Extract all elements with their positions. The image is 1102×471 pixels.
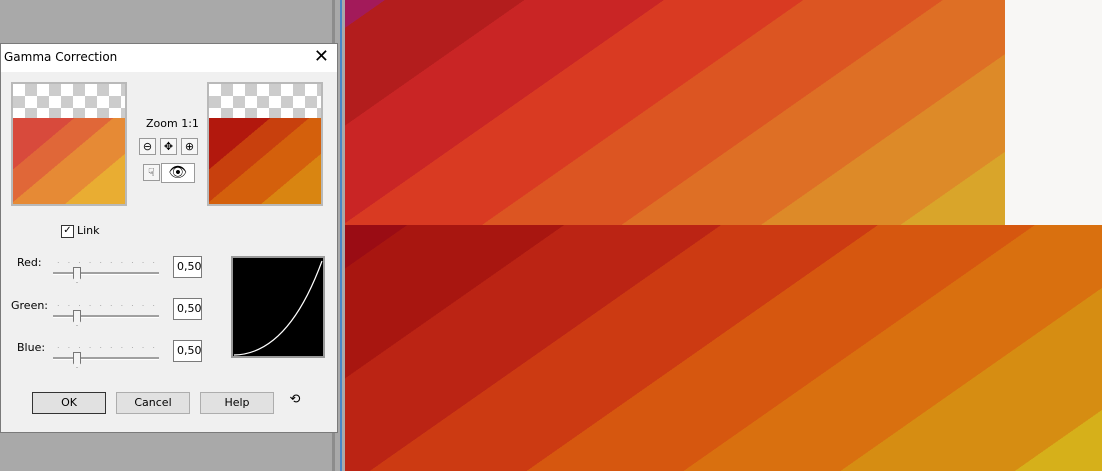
red-label: Red: <box>17 256 42 269</box>
ok-button[interactable]: OK <box>32 392 106 414</box>
hand-icon[interactable]: ☟ <box>143 164 160 181</box>
eye-icon[interactable]: 👁 <box>161 163 195 183</box>
dialog-title: Gamma Correction <box>4 50 118 64</box>
zoom-label: Zoom 1:1 <box>146 117 199 130</box>
blank-area <box>1005 0 1102 225</box>
cancel-button[interactable]: Cancel <box>116 392 190 414</box>
link-label: Link <box>77 224 100 237</box>
red-slider[interactable] <box>53 272 159 275</box>
blue-value-field[interactable]: 0,50 <box>173 340 202 362</box>
zoom-in-icon[interactable]: ⊕ <box>181 138 198 155</box>
transparency-checker <box>13 84 125 118</box>
gamma-curve-graph <box>231 256 325 358</box>
transparency-checker <box>209 84 321 118</box>
reset-icon[interactable]: ⟲ <box>285 392 305 414</box>
red-slider-thumb[interactable] <box>73 267 81 283</box>
blue-label: Blue: <box>17 341 46 354</box>
red-value-field[interactable]: 0,50 <box>173 256 202 278</box>
green-slider-thumb[interactable] <box>73 310 81 326</box>
close-icon[interactable]: ✕ <box>314 46 329 68</box>
link-checkbox[interactable]: ✓ <box>61 225 74 238</box>
blue-slider[interactable] <box>53 357 159 360</box>
preview-after-image <box>209 118 321 204</box>
blue-slider-thumb[interactable] <box>73 352 81 368</box>
blue-slider-ticks <box>53 346 159 349</box>
green-slider[interactable] <box>53 315 159 318</box>
image-canvas-original[interactable] <box>345 0 1005 225</box>
image-canvas-preview[interactable] <box>345 225 1102 471</box>
help-button[interactable]: Help <box>200 392 274 414</box>
panel-edge <box>340 0 342 471</box>
preview-before[interactable] <box>11 82 127 206</box>
preview-before-image <box>13 118 125 204</box>
zoom-out-icon[interactable]: ⊖ <box>139 138 156 155</box>
pan-icon[interactable]: ✥ <box>160 138 177 155</box>
green-label: Green: <box>11 299 49 312</box>
gamma-curve <box>233 260 323 356</box>
preview-after[interactable] <box>207 82 323 206</box>
green-value-field[interactable]: 0,50 <box>173 298 202 320</box>
green-slider-ticks <box>53 304 159 307</box>
title-bar: Gamma Correction ✕ <box>1 44 337 72</box>
gamma-correction-dialog: Gamma Correction ✕ Zoom 1:1 ⊖ ✥ ⊕ ☟ 👁 ✓ … <box>0 43 338 433</box>
red-slider-ticks <box>53 261 159 264</box>
